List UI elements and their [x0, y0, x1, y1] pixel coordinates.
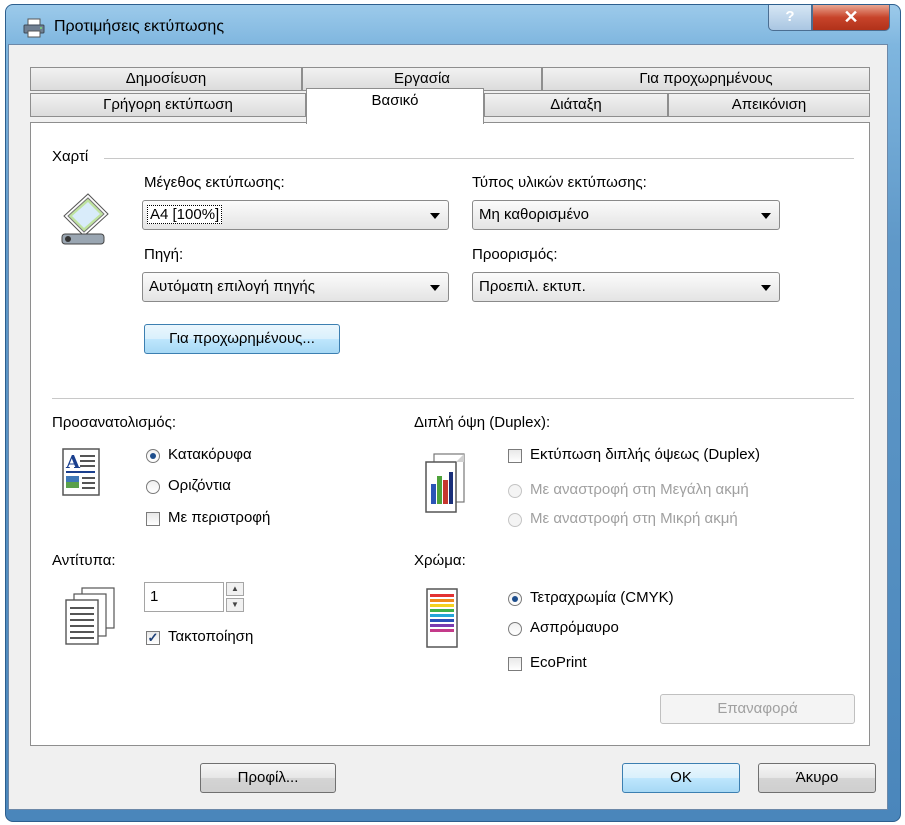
collate-label[interactable]: Τακτοποίηση	[168, 628, 253, 645]
short-edge-label[interactable]: Με αναστροφή στη Μικρή ακμή	[530, 510, 738, 527]
reset-button[interactable]: Επαναφορά	[660, 694, 855, 724]
portrait-label[interactable]: Κατακόρυφα	[168, 446, 252, 463]
media-type-select[interactable]: Μη καθορισμένο	[472, 200, 780, 230]
duplex-checkbox[interactable]	[508, 449, 522, 463]
ecoprint-label[interactable]: EcoPrint	[530, 654, 587, 671]
cmyk-radio[interactable]	[508, 592, 522, 606]
destination-value: Προεπιλ. εκτυπ.	[479, 278, 586, 295]
help-button[interactable]: ?	[768, 5, 812, 31]
printer-icon	[23, 18, 45, 38]
destination-label: Προορισμός:	[472, 246, 558, 263]
print-size-value: A4 [100%]	[147, 205, 223, 224]
ecoprint-checkbox[interactable]	[508, 657, 522, 671]
rotated-checkbox[interactable]	[146, 512, 160, 526]
window-title: Προτιμήσεις εκτύπωσης	[54, 18, 225, 35]
short-edge-radio[interactable]	[508, 513, 522, 527]
title-bar: Προτιμήσεις εκτύπωσης ? ✕	[6, 5, 900, 49]
print-size-select[interactable]: A4 [100%]	[142, 200, 449, 230]
long-edge-label[interactable]: Με αναστροφή στη Μεγάλη ακμή	[530, 481, 749, 498]
destination-select[interactable]: Προεπιλ. εκτυπ.	[472, 272, 780, 302]
cmyk-label[interactable]: Τετραχρωμία (CMYK)	[530, 589, 674, 606]
profile-button[interactable]: Προφίλ...	[200, 763, 336, 793]
cancel-button[interactable]: Άκυρο	[758, 763, 876, 793]
section-divider	[52, 398, 854, 399]
bw-radio[interactable]	[508, 622, 522, 636]
landscape-label[interactable]: Οριζόντια	[168, 477, 231, 494]
duplex-checkbox-label[interactable]: Εκτύπωση διπλής όψεως (Duplex)	[530, 446, 760, 463]
copies-stack-icon	[65, 587, 115, 645]
print-size-label: Μέγεθος εκτύπωσης:	[144, 174, 285, 191]
copies-input[interactable]: 1	[144, 582, 224, 612]
spin-down-icon[interactable]: ▼	[226, 598, 244, 612]
media-type-value: Μη καθορισμένο	[479, 206, 589, 223]
chevron-down-icon	[761, 213, 771, 219]
landscape-radio[interactable]	[146, 480, 160, 494]
advanced-paper-button[interactable]: Για προχωρημένους...	[144, 324, 340, 354]
portrait-radio[interactable]	[146, 449, 160, 463]
ok-button[interactable]: OK	[622, 763, 740, 793]
media-type-label: Τύπος υλικών εκτύπωσης:	[472, 174, 647, 191]
duplex-document-icon	[425, 453, 465, 513]
chevron-down-icon	[761, 285, 771, 291]
paper-icon	[61, 193, 109, 245]
tab-layout[interactable]: Διάταξη	[484, 93, 668, 117]
tab-advanced[interactable]: Για προχωρημένους	[542, 67, 870, 91]
tab-publishing[interactable]: Δημοσίευση	[30, 67, 302, 91]
color-document-icon	[426, 588, 458, 648]
source-select[interactable]: Αυτόματη επιλογή πηγής	[142, 272, 449, 302]
tab-imaging[interactable]: Απεικόνιση	[668, 93, 870, 117]
paper-group-line	[104, 158, 854, 159]
bw-label[interactable]: Ασπρόμαυρο	[530, 619, 619, 636]
tab-quick-print[interactable]: Γρήγορη εκτύπωση	[30, 93, 306, 117]
portrait-document-icon: A	[62, 448, 100, 496]
source-label: Πηγή:	[144, 246, 184, 263]
collate-checkbox[interactable]: ✓	[146, 631, 160, 645]
chevron-down-icon	[430, 213, 440, 219]
copies-spinner[interactable]: ▲ ▼	[226, 582, 244, 612]
long-edge-radio[interactable]	[508, 484, 522, 498]
close-button[interactable]: ✕	[812, 5, 890, 31]
color-label: Χρώμα:	[414, 552, 466, 569]
duplex-label: Διπλή όψη (Duplex):	[414, 414, 551, 431]
svg-text:A: A	[65, 452, 81, 473]
spin-up-icon[interactable]: ▲	[226, 582, 244, 596]
source-value: Αυτόματη επιλογή πηγής	[149, 278, 315, 295]
copies-label: Αντίτυπα:	[52, 552, 116, 569]
tab-basic[interactable]: Βασικό	[306, 88, 484, 124]
paper-group-label: Χαρτί	[52, 148, 89, 165]
chevron-down-icon	[430, 285, 440, 291]
orientation-label: Προσανατολισμός:	[52, 414, 177, 431]
rotated-label[interactable]: Με περιστροφή	[168, 509, 270, 526]
